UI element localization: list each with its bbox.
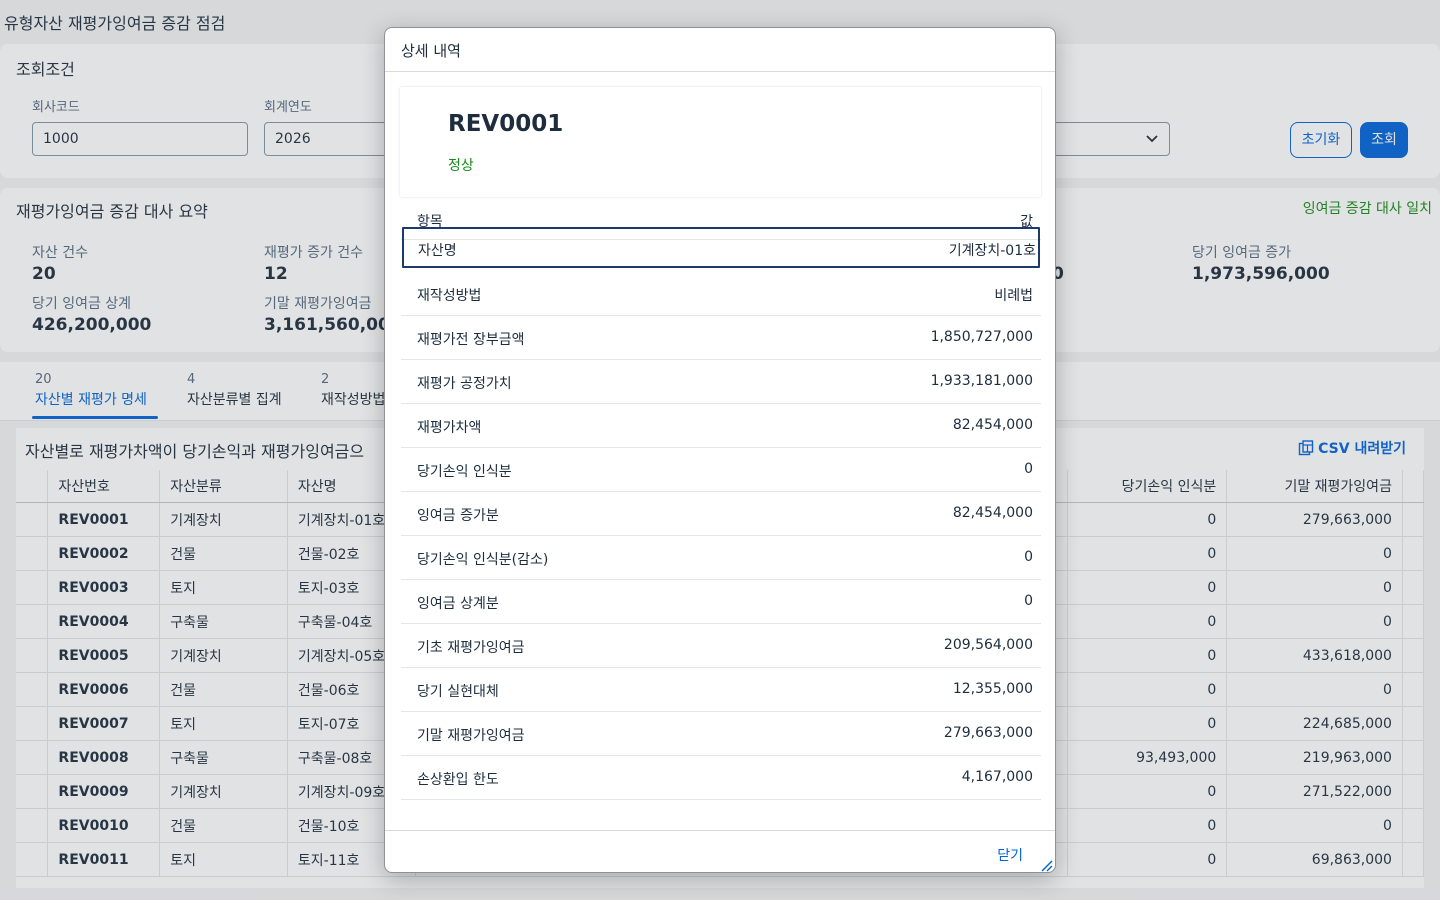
status-text: 정상 [448,158,474,174]
detail-key: 재작성방법 [417,288,482,304]
detail-key: 손상환입 한도 [417,772,499,788]
resize-handle-icon[interactable] [1039,858,1053,872]
detail-value: 1,850,727,000 [930,329,1033,345]
detail-key: 기초 재평가잉여금 [417,640,525,656]
page: 유형자산 재평가잉여금 증감 점검 조회조건 회사코드 1000 회계연도 20… [0,0,1440,900]
detail-row[interactable]: 잉여금 증가분 82,454,000 [401,492,1041,536]
object-id: REV0001 [448,111,564,137]
object-header: REV0001 정상 [400,87,1041,197]
detail-row[interactable]: 기말 재평가잉여금 279,663,000 [401,712,1041,756]
detail-row[interactable]: 당기 실현대체 12,355,000 [401,668,1041,712]
detail-value: 1,933,181,000 [930,373,1033,389]
detail-row[interactable]: 당기손익 인식분(감소) 0 [401,536,1041,580]
detail-key: 재평가차액 [417,420,482,436]
detail-key: 당기손익 인식분 [417,464,512,480]
detail-row[interactable]: 잉여금 상계분 0 [401,580,1041,624]
detail-key: 잉여금 상계분 [417,596,499,612]
detail-value: 279,663,000 [943,725,1033,741]
detail-key: 당기손익 인식분(감소) [417,552,549,568]
detail-row[interactable]: 재평가차액 82,454,000 [401,404,1041,448]
detail-row[interactable]: 자산명 기계장치-01호 [402,227,1040,268]
detail-value: 비례법 [994,288,1033,304]
detail-row[interactable]: 재평가전 장부금액 1,850,727,000 [401,316,1041,360]
dialog-title: 상세 내역 [401,42,461,60]
detail-key: 잉여금 증가분 [417,508,499,524]
detail-key: 자산명 [418,243,457,259]
detail-value: 0 [1024,461,1033,477]
detail-key: 당기 실현대체 [417,684,499,700]
detail-value: 0 [1024,549,1033,565]
dialog-header: 상세 내역 [385,28,1055,72]
detail-row[interactable]: 재평가 공정가치 1,933,181,000 [401,360,1041,404]
close-button[interactable]: 닫기 [997,845,1023,865]
detail-value: 209,564,000 [943,637,1033,653]
detail-row[interactable]: 당기손익 인식분 0 [401,448,1041,492]
detail-value: 0 [1024,593,1033,609]
detail-value: 82,454,000 [952,417,1033,433]
detail-key: 재평가전 장부금액 [417,332,525,348]
detail-value: 82,454,000 [952,505,1033,521]
detail-value: 4,167,000 [961,769,1033,785]
detail-key: 기말 재평가잉여금 [417,728,525,744]
detail-row[interactable]: 재작성방법 비례법 [401,272,1041,316]
dialog-footer: 닫기 [385,830,1055,872]
detail-row[interactable]: 손상환입 한도 4,167,000 [401,756,1041,800]
detail-value: 12,355,000 [952,681,1033,697]
detail-dialog: 상세 내역 REV0001 정상 항목 값 자산명 기계장치-01호 재작성방법 비례… [384,27,1056,873]
detail-list: 자산명 기계장치-01호재작성방법 비례법재평가전 장부금액 1,850,727,00… [401,227,1041,800]
detail-value: 기계장치-01호 [948,243,1036,259]
detail-key: 재평가 공정가치 [417,376,512,392]
detail-row[interactable]: 기초 재평가잉여금 209,564,000 [401,624,1041,668]
